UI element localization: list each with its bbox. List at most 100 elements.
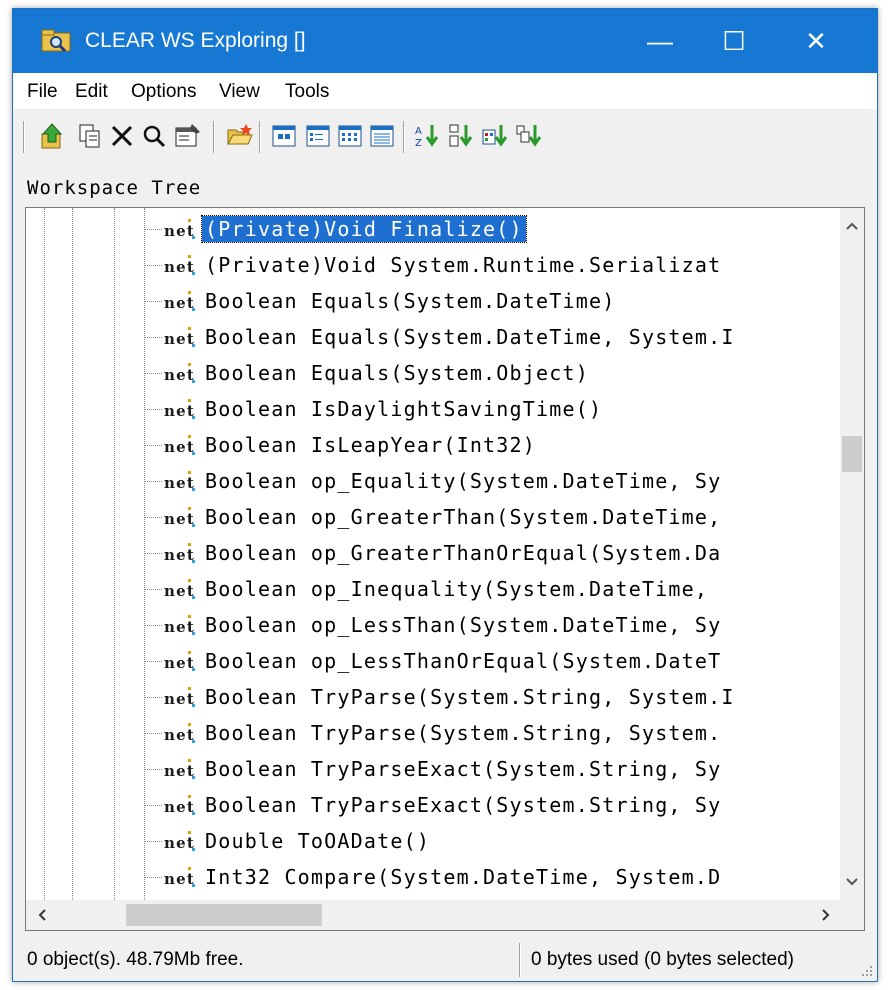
tree-item[interactable]: net Boolean Equals(System.Object): [26, 356, 846, 392]
scroll-right-icon[interactable]: [814, 903, 838, 927]
tree-connector: [144, 409, 162, 410]
tree-item[interactable]: net Boolean IsLeapYear(Int32): [26, 428, 846, 464]
list-view-button[interactable]: [335, 119, 365, 153]
menu-tools[interactable]: Tools: [285, 81, 329, 103]
svg-text:net: net: [164, 258, 195, 276]
status-divider: [519, 943, 521, 977]
vertical-scrollbar[interactable]: [840, 208, 864, 900]
tree-item-label: Boolean TryParseExact(System.String, Sy: [205, 793, 722, 817]
horizontal-scroll-thumb[interactable]: [126, 904, 322, 926]
menu-edit[interactable]: Edit: [75, 81, 108, 103]
dotnet-method-icon: net: [164, 543, 195, 564]
title-bar[interactable]: CLEAR WS Exploring [] — ☐ ✕: [13, 9, 877, 73]
dotnet-method-icon: net: [164, 615, 195, 636]
vertical-scroll-thumb[interactable]: [842, 436, 862, 472]
tree-item[interactable]: net Boolean IsDaylightSavingTime(): [26, 392, 846, 428]
tree-connector: [144, 265, 162, 266]
scrollbar-corner: [840, 900, 864, 930]
large-icons-view-button[interactable]: [269, 119, 299, 153]
tree-item[interactable]: net Boolean TryParseExact(System.String, …: [26, 788, 846, 824]
tree-connector: [144, 877, 162, 878]
tree-item[interactable]: net (Private)Void Finalize(): [26, 212, 846, 248]
tree-item-label: Boolean op_GreaterThan(System.DateTime,: [205, 505, 722, 529]
sort-by-size-button[interactable]: [481, 119, 511, 153]
sort-by-name-button[interactable]: A Z: [413, 119, 443, 153]
details-view-icon: [370, 125, 394, 147]
menu-options[interactable]: Options: [131, 81, 196, 103]
sort-by-name-icon: A Z: [415, 125, 439, 149]
workspace-tree-label: Workspace Tree: [27, 177, 202, 199]
tree-item[interactable]: net Int32 Compare(System.DateTime, System…: [26, 860, 846, 896]
tree-item-label: (Private)Void System.Runtime.Serializat: [205, 253, 722, 277]
maximize-icon: ☐: [722, 25, 746, 56]
tree-item[interactable]: net Boolean Equals(System.DateTime): [26, 284, 846, 320]
tree-item[interactable]: net Boolean TryParse(System.String, Syste…: [26, 716, 846, 752]
tree-connector: [144, 229, 162, 230]
open-folder-button[interactable]: [225, 119, 255, 153]
dotnet-method-icon: net: [164, 579, 195, 600]
delete-button[interactable]: [107, 119, 137, 153]
tree-item[interactable]: net Boolean op_LessThan(System.DateTime, …: [26, 608, 846, 644]
tree-item-label: Boolean op_LessThanOrEqual(System.DateT: [205, 649, 722, 673]
svg-text:net: net: [164, 438, 195, 456]
tree-item-label: Boolean TryParse(System.String, System.I: [205, 685, 735, 709]
scroll-up-icon[interactable]: [840, 214, 864, 238]
scroll-down-icon[interactable]: [840, 870, 864, 894]
dotnet-method-icon: net: [164, 759, 195, 780]
tree-item[interactable]: net Boolean op_GreaterThanOrEqual(System.…: [26, 536, 846, 572]
tree-connector: [144, 373, 162, 374]
svg-text:net: net: [164, 366, 195, 384]
tree-item-label: Boolean Equals(System.DateTime): [205, 289, 616, 313]
tree-item[interactable]: net Boolean op_Inequality(System.DateTime…: [26, 572, 846, 608]
sort-by-type-button[interactable]: [447, 119, 477, 153]
svg-text:net: net: [164, 546, 195, 564]
workspace-explorer-icon: [41, 29, 71, 53]
dotnet-method-icon: net: [164, 291, 195, 312]
small-icons-view-button[interactable]: [303, 119, 333, 153]
svg-text:net: net: [164, 690, 195, 708]
tree-item[interactable]: net Boolean op_GreaterThan(System.DateTim…: [26, 500, 846, 536]
copy-icon: [79, 124, 100, 148]
svg-text:net: net: [164, 294, 195, 312]
workspace-tree[interactable]: net (Private)Void Finalize() net (Private)V…: [25, 207, 865, 931]
tree-item[interactable]: net Boolean op_Equality(System.DateTime, …: [26, 464, 846, 500]
tree-item[interactable]: net (Private)Void System.Runtime.Serializ…: [26, 248, 846, 284]
find-button[interactable]: [139, 119, 169, 153]
go-up-button[interactable]: [37, 119, 67, 153]
tree-item[interactable]: net Boolean Equals(System.DateTime, Syste…: [26, 320, 846, 356]
close-button[interactable]: ✕: [779, 9, 853, 73]
tree-item-label: Boolean TryParse(System.String, System.: [205, 721, 722, 745]
tree-item[interactable]: net Boolean TryParseExact(System.String, …: [26, 752, 846, 788]
menu-bar: File Edit Options View Tools: [13, 73, 877, 109]
minimize-button[interactable]: —: [623, 9, 697, 73]
dotnet-method-icon: net: [164, 435, 195, 456]
scroll-left-icon[interactable]: [30, 903, 54, 927]
tree-connector: [144, 589, 162, 590]
tree-item-label: Boolean op_Equality(System.DateTime, Sy: [205, 469, 722, 493]
status-bytes-used: 0 bytes used (0 bytes selected): [531, 949, 794, 970]
tree-item[interactable]: net Boolean op_LessThanOrEqual(System.Dat…: [26, 644, 846, 680]
resize-grip-icon[interactable]: [859, 963, 873, 977]
tree-item[interactable]: net Double ToOADate(): [26, 824, 846, 860]
properties-button[interactable]: [173, 119, 203, 153]
find-icon: [143, 125, 166, 148]
tree-connector: [144, 733, 162, 734]
tree-connector: [144, 805, 162, 806]
tree-item[interactable]: net Boolean TryParse(System.String, Syste…: [26, 680, 846, 716]
sort-by-date-icon: [516, 125, 542, 147]
svg-text:net: net: [164, 870, 195, 888]
list-view-icon: [338, 125, 362, 147]
menu-file[interactable]: File: [27, 81, 58, 103]
minimize-icon: —: [647, 25, 673, 56]
dotnet-method-icon: net: [164, 831, 195, 852]
tree-item-label: Boolean op_Inequality(System.DateTime,: [205, 577, 709, 601]
svg-text:net: net: [164, 834, 195, 852]
copy-button[interactable]: [75, 119, 105, 153]
delete-icon: [111, 125, 133, 147]
explorer-window: CLEAR WS Exploring [] — ☐ ✕ File Edit Op…: [12, 8, 878, 982]
horizontal-scrollbar[interactable]: [26, 900, 842, 930]
sort-by-date-button[interactable]: [515, 119, 545, 153]
menu-view[interactable]: View: [219, 81, 260, 103]
maximize-button[interactable]: ☐: [697, 9, 771, 73]
details-view-button[interactable]: [367, 119, 397, 153]
